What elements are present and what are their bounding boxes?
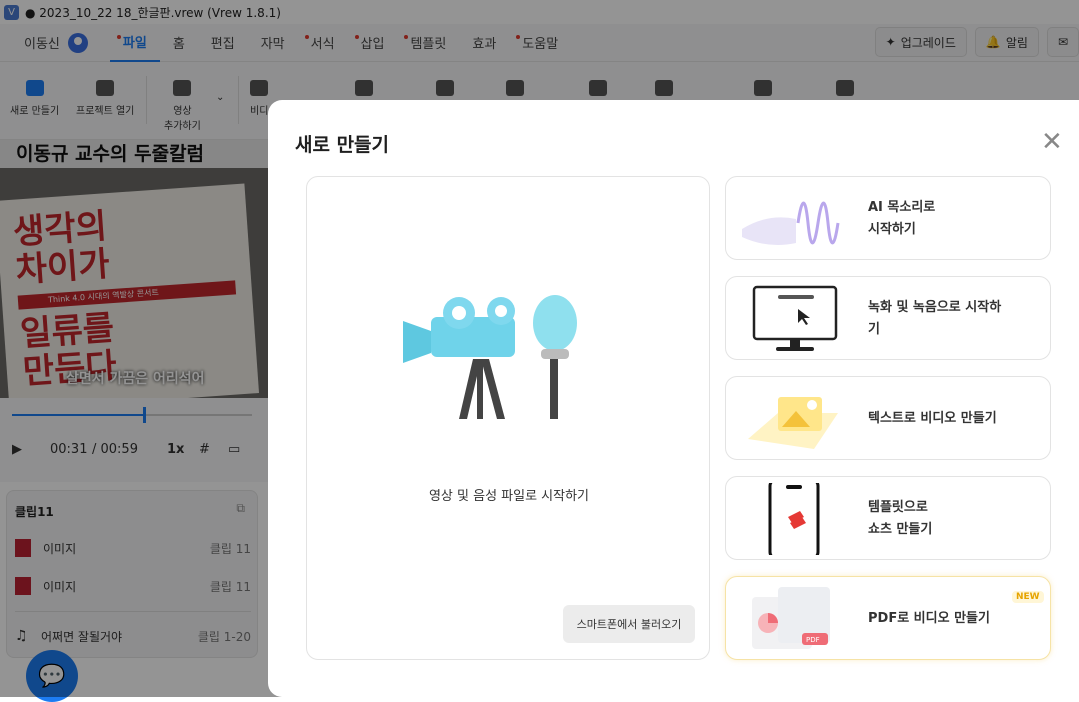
camera-reel-left-hub [452, 306, 466, 320]
microphone-collar [541, 349, 569, 359]
ai-voice-illustration [742, 201, 840, 245]
main-card-label: 영상 및 음성 파일로 시작하기 [428, 489, 590, 504]
close-icon: ✕ [1041, 127, 1063, 157]
ai-voice-card[interactable]: AI 목소리로 시작하기 [725, 176, 1051, 260]
dialog-title: 새로 만들기 [295, 134, 390, 156]
import-from-smartphone-button[interactable]: 스마트폰에서 불러오기 [563, 605, 695, 643]
shorts-template-label: 템플릿으로 쇼츠 만들기 [868, 500, 933, 537]
phone-shorts-illustration [768, 483, 820, 555]
ai-voice-label: AI 목소리로 시작하기 [868, 200, 936, 237]
monitor-illustration [752, 285, 838, 351]
video-audio-file-card[interactable]: 영상 및 음성 파일로 시작하기 스마트폰에서 불러오기 [306, 176, 710, 660]
microphone-stand [550, 359, 558, 419]
new-project-dialog: 새로 만들기 ✕ 영상 및 음성 파일로 시작하기 스마트폰에서 불러오기 AI… [268, 100, 1079, 697]
close-button[interactable]: ✕ [1041, 127, 1063, 157]
pdf-to-video-label: PDF로 비디오 만들기 [868, 611, 990, 626]
pdf-illustration: PDF [752, 587, 830, 649]
text-image-illustration [748, 397, 838, 449]
pdf-to-video-card[interactable]: PDF PDF로 비디오 만들기 NEW [725, 576, 1051, 660]
text-to-video-card[interactable]: 텍스트로 비디오 만들기 [725, 376, 1051, 460]
camera-mic-illustration [403, 295, 577, 419]
shorts-template-card[interactable]: 템플릿으로 쇼츠 만들기 [725, 476, 1051, 560]
record-card[interactable]: 녹화 및 녹음으로 시작하 기 [725, 276, 1051, 360]
text-to-video-label: 텍스트로 비디오 만들기 [868, 411, 997, 426]
svg-text:PDF: PDF [806, 636, 820, 644]
record-label: 녹화 및 녹음으로 시작하 기 [868, 300, 1002, 337]
camera-reel-right-hub [495, 305, 507, 317]
tripod-leg-right [481, 359, 505, 419]
camera-lens-shape [403, 321, 431, 363]
new-badge: NEW [1012, 591, 1044, 603]
microphone-head [533, 295, 577, 351]
tripod-leg-center [477, 359, 483, 419]
